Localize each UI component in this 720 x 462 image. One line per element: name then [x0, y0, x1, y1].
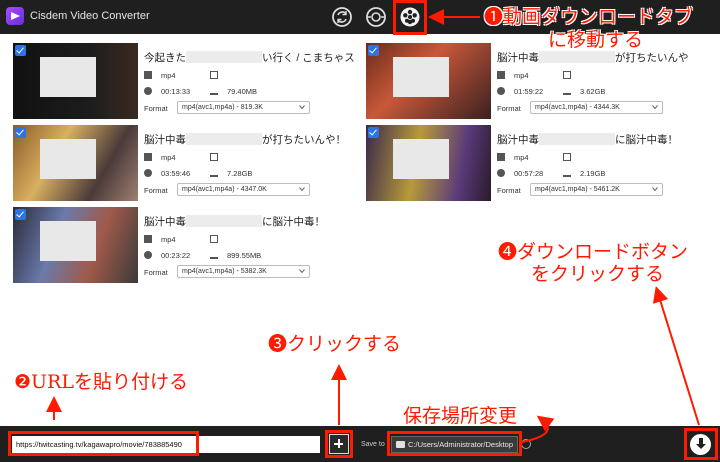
select-checkbox[interactable] — [368, 45, 379, 56]
annotation-step4-line2: をクリックする — [531, 263, 665, 285]
download-size-icon — [210, 87, 218, 95]
clock-icon — [144, 87, 152, 95]
format-label: Format — [144, 268, 168, 277]
highlight-add-button — [325, 430, 353, 458]
video-thumbnail — [13, 125, 138, 201]
thumbnail-redaction — [40, 139, 96, 179]
select-checkbox[interactable] — [15, 45, 26, 56]
format-label: Format — [497, 186, 521, 195]
highlight-download-button — [684, 428, 718, 460]
convert-tab-icon[interactable] — [330, 5, 354, 29]
video-duration: 01:59:22 — [514, 87, 544, 96]
download-size-icon — [210, 169, 218, 177]
download-size-icon — [563, 169, 571, 177]
video-size: 3.62GB — [580, 87, 606, 96]
film-icon — [497, 71, 505, 79]
format-dropdown[interactable]: mp4(avc1,mp4a) - 5461.2K — [530, 183, 663, 196]
format-dropdown[interactable]: mp4(avc1,mp4a) - 5382.3K — [177, 265, 310, 278]
chevron-down-icon — [299, 105, 305, 110]
format-dropdown[interactable]: mp4(avc1,mp4a) - 819.3K — [177, 101, 310, 114]
resolution-icon — [563, 153, 571, 161]
video-title: 脳汁中毒 が打ちたいんや！ — [144, 133, 346, 146]
app-logo-icon — [6, 7, 24, 25]
arrow-step4 — [652, 286, 700, 426]
video-title: 脳汁中毒 に脳汁中毒！ — [497, 133, 678, 146]
video-title: 脳汁中毒 が打ちたいんや — [497, 51, 689, 64]
format-label: Format — [497, 104, 521, 113]
resolution-icon — [210, 71, 218, 79]
annotation-save-location: 保存場所変更 — [403, 405, 518, 427]
thumbnail-redaction — [393, 57, 449, 97]
chevron-down-icon — [652, 105, 658, 110]
format-dropdown[interactable]: mp4(avc1,mp4a) - 4347.0K — [177, 183, 310, 196]
video-duration: 00:13:33 — [161, 87, 191, 96]
video-format: mp4 — [514, 71, 529, 80]
format-label: Format — [144, 104, 168, 113]
chevron-down-icon — [652, 187, 658, 192]
thumbnail-redaction — [393, 139, 449, 179]
video-format: mp4 — [161, 153, 176, 162]
video-duration: 00:57:28 — [514, 169, 544, 178]
step3-text: クリックする — [287, 333, 402, 355]
film-icon — [497, 153, 505, 161]
thumbnail-redaction — [40, 57, 96, 97]
step1-number: ❶ — [484, 6, 504, 28]
video-format: mp4 — [161, 235, 176, 244]
annotation-step3: ❸クリックする — [268, 329, 401, 356]
highlight-url-input — [8, 431, 199, 456]
resolution-icon — [563, 71, 571, 79]
select-checkbox[interactable] — [15, 127, 26, 138]
video-title: 脳汁中毒 に脳汁中毒！ — [144, 215, 325, 228]
annotation-step2: ❷URLを貼り付ける — [14, 367, 188, 394]
film-icon — [144, 71, 152, 79]
clock-icon — [144, 169, 152, 177]
film-icon — [144, 235, 152, 243]
chevron-down-icon — [299, 269, 305, 274]
video-card[interactable]: 脳汁中毒 が打ちたいんや！ mp4 03:59:46 7.28GB Format … — [13, 125, 358, 201]
compress-tab-icon[interactable] — [364, 5, 388, 29]
highlight-download-tab — [393, 0, 427, 35]
step3-number: ❸ — [268, 333, 288, 355]
video-title: 今起きた い行く / こまちゃス — [144, 51, 355, 64]
download-size-icon — [210, 251, 218, 259]
open-folder-icon[interactable] — [521, 439, 531, 449]
video-duration: 00:23:22 — [161, 251, 191, 260]
resolution-icon — [210, 153, 218, 161]
video-size: 7.28GB — [227, 169, 253, 178]
annotation-step1-line2: に移動する — [548, 29, 644, 51]
film-icon — [144, 153, 152, 161]
video-size: 2.19GB — [580, 169, 606, 178]
download-size-icon — [563, 87, 571, 95]
video-size: 899.55MB — [227, 251, 262, 260]
clock-icon — [497, 169, 505, 177]
app-title: Cisdem Video Converter — [30, 10, 150, 22]
video-card[interactable]: 脳汁中毒 に脳汁中毒！ mp4 00:57:28 2.19GB Format mp… — [366, 125, 711, 201]
step2-text: URLを貼り付ける — [31, 371, 188, 393]
select-checkbox[interactable] — [368, 127, 379, 138]
video-format: mp4 — [161, 71, 176, 80]
resolution-icon — [210, 235, 218, 243]
select-checkbox[interactable] — [15, 209, 26, 220]
video-format: mp4 — [514, 153, 529, 162]
video-size: 79.40MB — [227, 87, 258, 96]
video-card[interactable]: 脳汁中毒 が打ちたいんや mp4 01:59:22 3.62GB Format m… — [366, 43, 711, 119]
video-card[interactable]: 脳汁中毒 に脳汁中毒！ mp4 00:23:22 899.55MB Format … — [13, 207, 358, 283]
clock-icon — [144, 251, 152, 259]
step2-number: ❷ — [14, 371, 32, 393]
video-thumbnail — [366, 125, 491, 201]
video-thumbnail — [13, 43, 138, 119]
step4-number: ❹ — [498, 241, 518, 263]
thumbnail-redaction — [40, 221, 96, 261]
format-dropdown[interactable]: mp4(avc1,mp4a) - 4344.3K — [530, 101, 663, 114]
video-duration: 03:59:46 — [161, 169, 191, 178]
video-card[interactable]: 今起きた い行く / こまちゃス mp4 00:13:33 79.40MB For… — [13, 43, 358, 119]
video-thumbnail — [366, 43, 491, 119]
video-thumbnail — [13, 207, 138, 283]
clock-icon — [497, 87, 505, 95]
chevron-down-icon — [299, 187, 305, 192]
save-to-label: Save to — [361, 441, 385, 448]
format-label: Format — [144, 186, 168, 195]
highlight-save-path — [387, 431, 522, 456]
